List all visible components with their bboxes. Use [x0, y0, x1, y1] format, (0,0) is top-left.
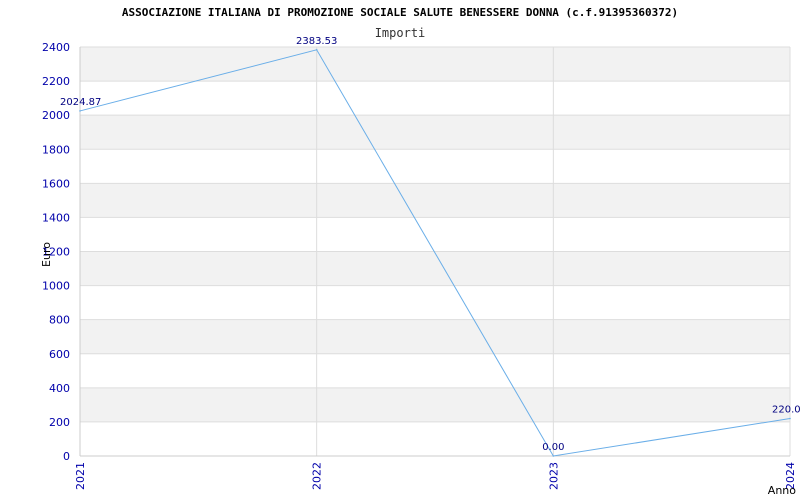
- grid-band: [80, 183, 790, 218]
- data-point: [315, 49, 318, 51]
- data-label: 0.00: [542, 442, 564, 453]
- y-tick-label: 2400: [42, 41, 70, 54]
- x-tick-label: 2021: [74, 462, 87, 490]
- data-point: [79, 110, 81, 112]
- x-tick-label: 2023: [547, 462, 560, 490]
- y-tick-label: 600: [49, 348, 70, 361]
- y-tick-label: 200: [49, 416, 70, 429]
- data-label: 2024.87: [60, 97, 101, 108]
- y-tick-label: 1400: [42, 211, 70, 224]
- data-label: 220.0: [772, 405, 800, 416]
- grid-band: [80, 319, 790, 354]
- grid-band: [80, 47, 790, 82]
- x-axis-ticks: 2021 2022 2023 2024: [74, 462, 797, 490]
- grid-band: [80, 387, 790, 422]
- y-tick-label: 2200: [42, 75, 70, 88]
- plot-area: 0200400600800100012001400160018002000220…: [40, 36, 800, 497]
- y-tick-label: 0: [63, 450, 70, 463]
- plot-background: [80, 47, 790, 422]
- y-tick-label: 1000: [42, 280, 70, 293]
- y-axis-label: Euro: [40, 242, 53, 267]
- y-tick-label: 400: [49, 382, 70, 395]
- y-tick-label: 1800: [42, 143, 70, 156]
- chart: ASSOCIAZIONE ITALIANA DI PROMOZIONE SOCI…: [0, 0, 800, 500]
- data-point: [552, 455, 555, 457]
- data-point: [789, 417, 791, 420]
- y-tick-label: 800: [49, 314, 70, 327]
- grid-band: [80, 115, 790, 150]
- x-axis-label: Anno: [768, 484, 796, 497]
- x-tick-label: 2022: [311, 462, 324, 490]
- data-label: 2383.53: [296, 36, 337, 47]
- grid-band: [80, 251, 790, 286]
- y-tick-label: 2000: [42, 109, 70, 122]
- y-tick-label: 1600: [42, 177, 70, 190]
